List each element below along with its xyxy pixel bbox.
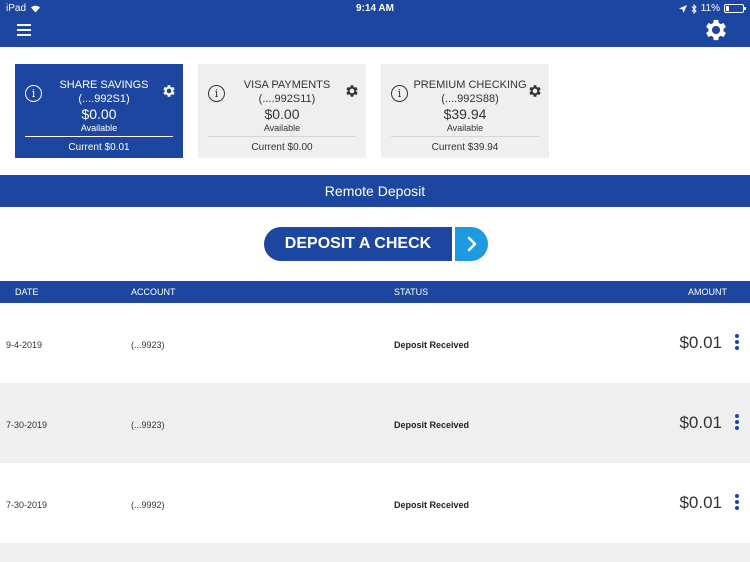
row-amount: $0.01 [679, 413, 722, 432]
divider [25, 136, 173, 137]
column-date: DATE [15, 287, 39, 297]
account-name: PREMIUM CHECKING (....992S88) [413, 79, 527, 105]
chevron-right-icon [455, 227, 488, 261]
table-row[interactable]: 7-30-2019 (...9992) Deposit Received $0.… [0, 463, 750, 543]
more-options-icon[interactable] [735, 414, 740, 432]
divider [208, 136, 356, 137]
available-balance: $0.00 [81, 106, 117, 122]
info-icon[interactable]: i [208, 85, 225, 102]
location-arrow-icon [678, 4, 687, 13]
account-card-premium-checking[interactable]: i PREMIUM CHECKING (....992S88) $39.94 A… [381, 64, 549, 158]
account-gear-icon[interactable] [344, 83, 360, 99]
table-header: DATE ACCOUNT STATUS AMOUNT [0, 281, 750, 303]
info-icon[interactable]: i [25, 85, 42, 102]
more-options-icon[interactable] [735, 334, 740, 352]
row-status: Deposit Received [394, 420, 470, 430]
info-icon[interactable]: i [391, 85, 408, 102]
status-bar: iPad 9:14 AM 11% [0, 0, 750, 16]
row-amount: $0.01 [679, 493, 722, 512]
battery-percent: 11% [700, 3, 720, 14]
row-status: Deposit Received [394, 340, 470, 350]
row-date: 9-4-2019 [6, 340, 43, 350]
divider [391, 136, 539, 137]
available-balance: $39.94 [443, 106, 487, 122]
row-account: (...9992) [131, 500, 165, 510]
menu-button[interactable] [17, 24, 31, 36]
account-gear-icon[interactable] [161, 83, 177, 99]
row-status: Deposit Received [394, 500, 470, 510]
table-row[interactable]: 7-30-2019 (...9923) Deposit Received $0.… [0, 383, 750, 463]
settings-gear-icon[interactable] [702, 16, 730, 44]
available-balance: $0.00 [264, 106, 300, 122]
deposit-check-label: DEPOSIT A CHECK [264, 227, 452, 261]
section-title: Remote Deposit [0, 175, 750, 207]
table-row[interactable]: 9-4-2019 (...9923) Deposit Received $0.0… [0, 303, 750, 383]
column-status: STATUS [394, 287, 429, 297]
battery-icon [724, 4, 746, 13]
app-header [0, 16, 750, 47]
row-date: 7-30-2019 [6, 500, 48, 510]
available-label: Available [80, 123, 118, 133]
account-name: SHARE SAVINGS (....992S1) [59, 79, 149, 105]
more-options-icon[interactable] [735, 494, 740, 512]
current-balance: Current $0.01 [68, 142, 130, 153]
account-card-visa-payments[interactable]: i VISA PAYMENTS (....992S11) $0.00 Avail… [198, 64, 366, 158]
column-amount: AMOUNT [688, 287, 727, 297]
account-gear-icon[interactable] [527, 83, 543, 99]
row-amount: $0.01 [679, 333, 722, 352]
account-name: VISA PAYMENTS (....992S11) [243, 79, 331, 105]
current-balance: Current $0.00 [251, 142, 313, 153]
clock: 9:14 AM [356, 3, 394, 14]
bluetooth-icon [691, 3, 697, 14]
current-balance: Current $39.94 [431, 142, 499, 153]
hamburger-icon [17, 24, 31, 26]
row-date: 7-30-2019 [6, 420, 48, 430]
available-label: Available [263, 123, 301, 133]
account-card-share-savings[interactable]: i SHARE SAVINGS (....992S1) $0.00 Availa… [15, 64, 183, 158]
row-account: (...9923) [131, 340, 165, 350]
row-account: (...9923) [131, 420, 165, 430]
column-account: ACCOUNT [131, 287, 176, 297]
available-label: Available [446, 123, 484, 133]
deposit-check-button[interactable]: DEPOSIT A CHECK [264, 227, 488, 261]
table-row[interactable] [0, 543, 750, 562]
